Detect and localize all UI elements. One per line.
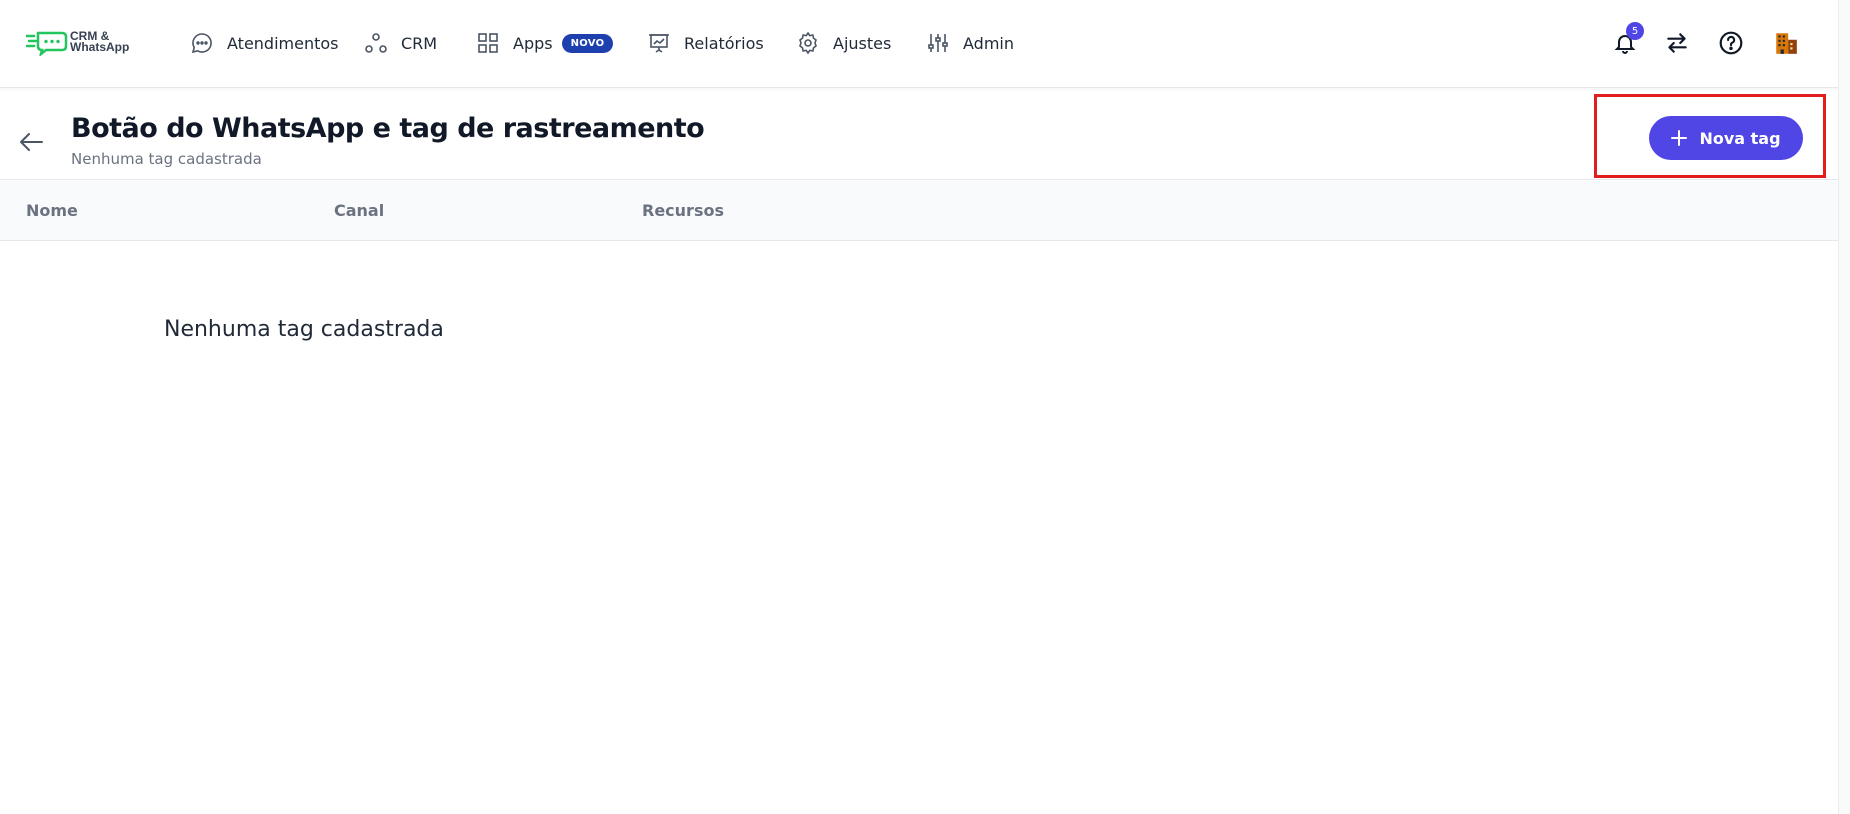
swap-arrows-icon [1667,33,1687,53]
sliders-icon [928,34,948,52]
table-header-bg-right [607,181,1838,240]
column-header-recursos[interactable]: Recursos [642,201,724,220]
nav-label: Ajustes [833,33,892,53]
nav-item-admin[interactable]: Admin [926,28,1014,58]
app-logo[interactable]: CRM & WhatsApp [26,28,129,56]
grid-icon [478,33,498,53]
nav-item-apps[interactable]: Apps NOVO [476,28,614,58]
nav-item-atendimentos[interactable]: Atendimentos [190,28,339,58]
plus-icon [1671,130,1688,146]
chat-bubble-icon [191,33,212,54]
crm-nodes-icon [365,33,387,53]
page-scrollbar[interactable] [1838,0,1850,814]
table-header: Nome Canal Recursos [0,181,1838,241]
page-subtitle: Nenhuma tag cadastrada [71,150,262,168]
notification-count-badge: 5 [1626,22,1644,40]
nav-item-crm[interactable]: CRM [364,28,437,58]
page-title: Botão do WhatsApp e tag de rastreamento [71,113,705,144]
gear-icon [799,31,817,55]
help-circle-icon [1719,31,1743,55]
presentation-chart-icon [649,34,669,53]
help-button[interactable] [1716,28,1746,58]
nav-label: CRM [401,33,438,53]
company-button[interactable] [1771,28,1801,58]
nav-label: Relatórios [684,33,764,53]
table-header-bg [0,181,607,240]
nav-item-relatorios[interactable]: Relatórios [647,28,764,58]
back-button[interactable] [17,130,45,158]
nav-label: Admin [963,33,1014,53]
new-tag-button[interactable]: Nova tag [1649,116,1803,160]
notifications-button[interactable]: 5 [1610,22,1644,58]
top-navbar: CRM & WhatsApp Atendimentos CRM Apps NOV… [0,0,1838,88]
empty-state-message: Nenhuma tag cadastrada [164,317,444,342]
nav-label: Apps [513,33,553,53]
arrow-left-icon [20,133,43,151]
building-icon [1776,33,1797,54]
nav-item-ajustes[interactable]: Ajustes [796,28,891,58]
logo-line-2: WhatsApp [70,40,130,54]
new-tag-label: Nova tag [1699,128,1781,148]
new-badge: NOVO [561,33,614,53]
nav-label: Atendimentos [227,33,339,53]
column-header-nome[interactable]: Nome [26,201,78,220]
column-header-canal[interactable]: Canal [334,201,384,220]
switch-account-button[interactable] [1662,28,1692,58]
logo-chat-icon [26,31,68,56]
logo-text: CRM & WhatsApp [70,30,130,54]
page-header: Botão do WhatsApp e tag de rastreamento … [0,89,1838,180]
